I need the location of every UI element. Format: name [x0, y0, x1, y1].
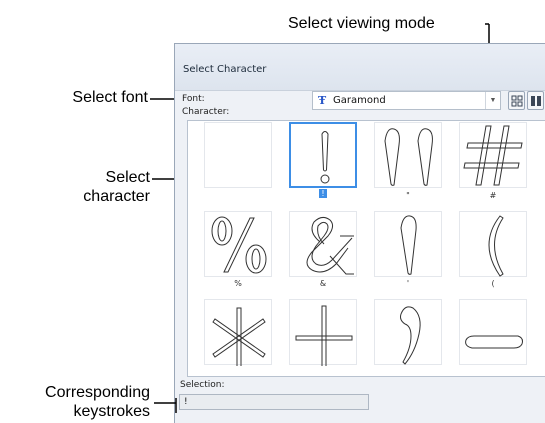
leader-keystrokes — [154, 398, 177, 413]
